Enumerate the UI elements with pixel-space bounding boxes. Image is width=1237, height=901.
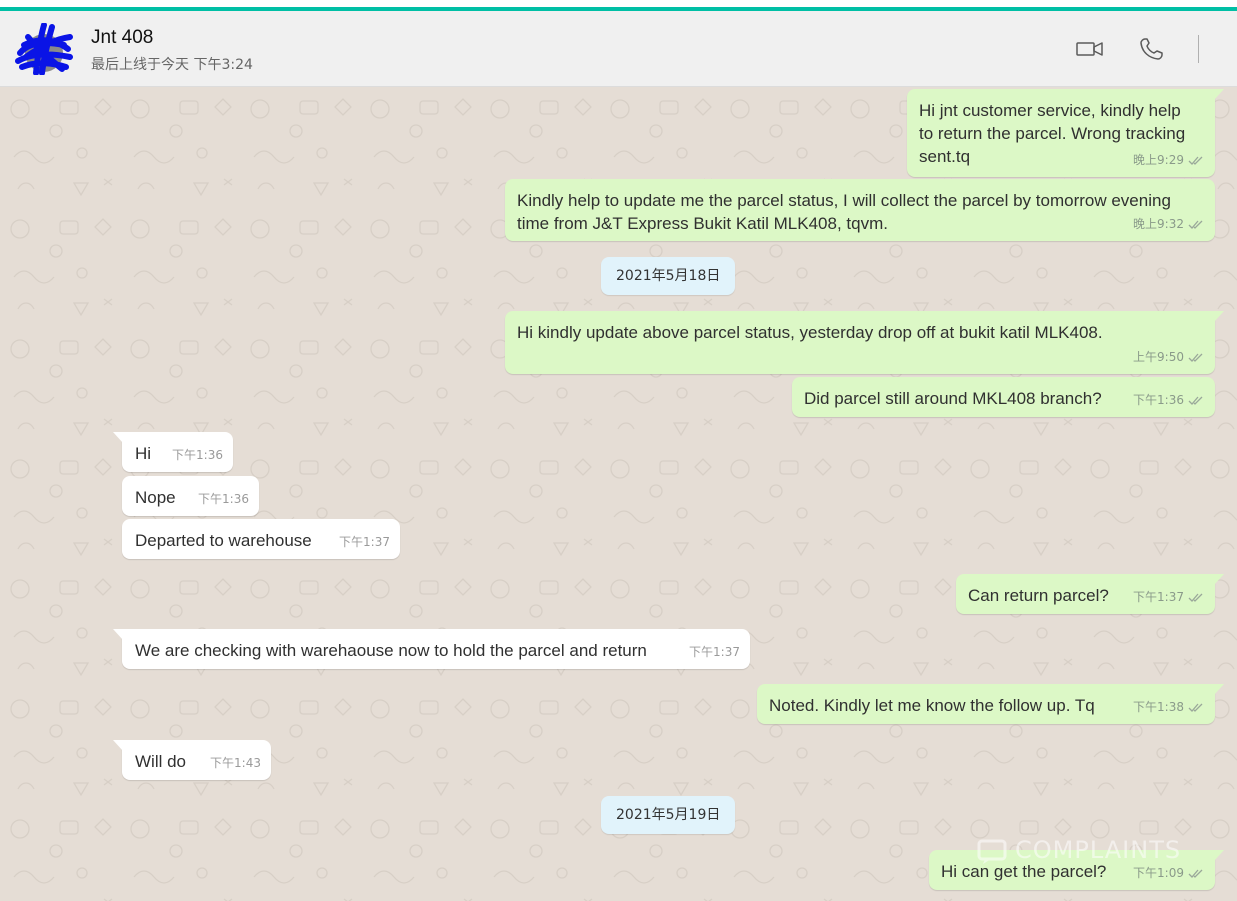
date-separator: 2021年5月19日 xyxy=(601,796,736,834)
message-meta: 下午1:09 xyxy=(1133,862,1205,885)
read-ticks-icon xyxy=(1188,593,1203,602)
message-meta: 上午9:50 xyxy=(1133,346,1205,369)
message-meta: 下午1:43 xyxy=(210,752,261,775)
message-time: 下午1:38 xyxy=(1133,700,1184,714)
message-meta: 下午1:37 xyxy=(339,531,390,554)
voice-call-icon[interactable] xyxy=(1138,37,1168,61)
top-accent-bar xyxy=(0,0,1237,11)
last-seen-status: 最后上线于今天 下午3:24 xyxy=(91,57,253,73)
read-ticks-icon xyxy=(1188,220,1203,229)
chat-header: Jnt 408 最后上线于今天 下午3:24 xyxy=(0,11,1237,87)
incoming-message[interactable]: Departed to warehouse 下午1:37 xyxy=(122,519,400,559)
message-time: 晚上9:32 xyxy=(1133,217,1184,231)
message-time: 下午1:36 xyxy=(172,448,223,462)
outgoing-message[interactable]: Kindly help to update me the parcel stat… xyxy=(505,179,1215,241)
message-time: 下午1:37 xyxy=(689,645,740,659)
conversation-panel[interactable]: Hi jnt customer service, kindly help to … xyxy=(0,87,1237,901)
message-time: 上午9:50 xyxy=(1133,350,1184,364)
date-separator: 2021年5月18日 xyxy=(601,257,736,295)
read-ticks-icon xyxy=(1188,353,1203,362)
read-ticks-icon xyxy=(1188,396,1203,405)
message-text: Hi kindly update above parcel status, ye… xyxy=(517,323,1103,342)
outgoing-message[interactable]: Hi can get the parcel? 下午1:09 xyxy=(929,850,1224,890)
message-time: 下午1:43 xyxy=(210,756,261,770)
header-divider xyxy=(1198,35,1199,63)
outgoing-message[interactable]: Hi kindly update above parcel status, ye… xyxy=(505,311,1224,374)
message-time: 晚上9:29 xyxy=(1133,153,1184,167)
outgoing-message[interactable]: Noted. Kindly let me know the follow up.… xyxy=(757,684,1224,724)
contact-name[interactable]: Jnt 408 xyxy=(91,27,153,49)
message-meta: 下午1:36 xyxy=(172,444,223,467)
message-meta: 下午1:38 xyxy=(1133,696,1205,719)
outgoing-message[interactable]: Can return parcel? 下午1:37 xyxy=(956,574,1224,614)
outgoing-message[interactable]: Hi jnt customer service, kindly help to … xyxy=(907,89,1224,177)
read-ticks-icon xyxy=(1188,869,1203,878)
outgoing-message[interactable]: Did parcel still around MKL408 branch? 下… xyxy=(792,377,1215,417)
message-time: 下午1:09 xyxy=(1133,866,1184,880)
contact-avatar[interactable] xyxy=(14,22,74,76)
incoming-message[interactable]: Hi 下午1:36 xyxy=(113,432,233,472)
message-meta: 晚上9:32 xyxy=(1133,213,1205,236)
message-meta: 下午1:36 xyxy=(1133,389,1205,412)
incoming-message[interactable]: We are checking with warehaouse now to h… xyxy=(113,629,750,669)
incoming-message[interactable]: Nope 下午1:36 xyxy=(122,476,259,516)
message-meta: 晚上9:29 xyxy=(1133,149,1205,172)
message-meta: 下午1:37 xyxy=(1133,586,1205,609)
message-text: We are checking with warehaouse now to h… xyxy=(135,641,647,660)
message-time: 下午1:36 xyxy=(1133,393,1184,407)
incoming-message[interactable]: Will do 下午1:43 xyxy=(113,740,271,780)
message-text: Kindly help to update me the parcel stat… xyxy=(517,191,1171,233)
message-time: 下午1:37 xyxy=(1133,590,1184,604)
read-ticks-icon xyxy=(1188,156,1203,165)
message-meta: 下午1:36 xyxy=(198,488,249,511)
message-meta: 下午1:37 xyxy=(689,641,740,664)
read-ticks-icon xyxy=(1188,703,1203,712)
video-call-icon[interactable] xyxy=(1075,37,1105,61)
message-time: 下午1:37 xyxy=(339,535,390,549)
message-time: 下午1:36 xyxy=(198,492,249,506)
